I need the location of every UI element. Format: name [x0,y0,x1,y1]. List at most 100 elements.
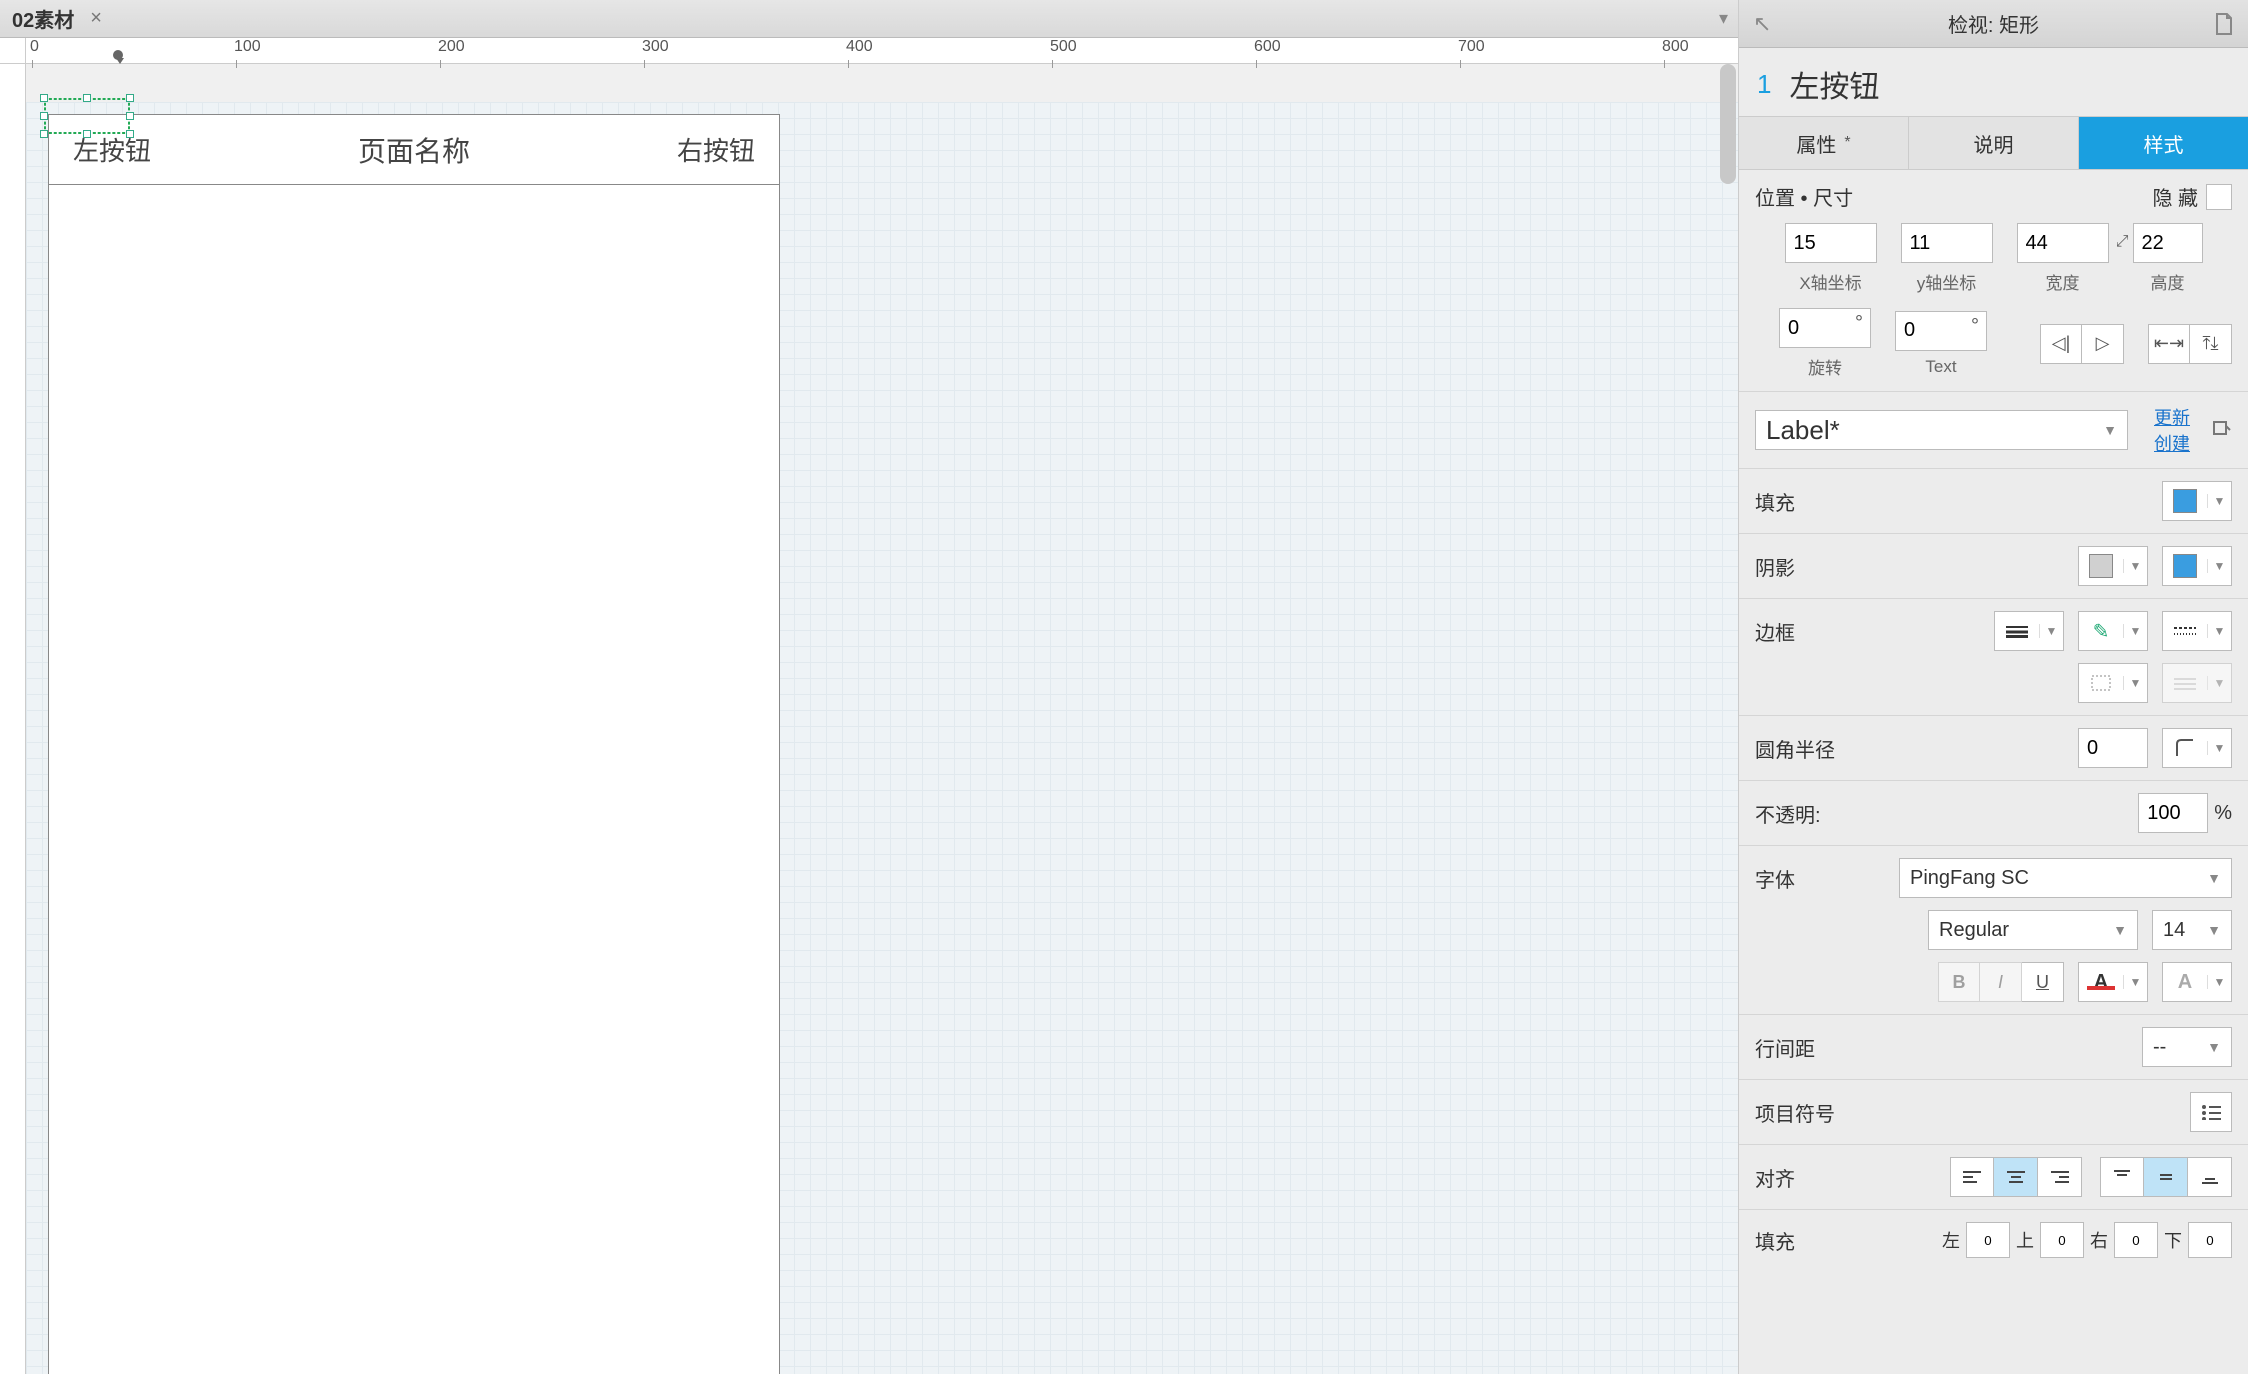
align-left-button[interactable] [1950,1157,1994,1197]
tab-style[interactable]: 样式 [2079,117,2248,169]
font-label: 字体 [1755,864,1845,893]
tab-properties[interactable]: 属性* [1739,117,1909,169]
inspector-panel: ↖ 检视: 矩形 1 左按钮 属性* 说明 样式 位置 • 尺寸 隐 藏 [1738,0,2248,1374]
inner-shadow-picker[interactable]: ▼ [2162,546,2232,586]
text-rotation-label: Text [1895,357,1987,377]
artboard[interactable]: 左按钮 页面名称 右按钮 [48,114,780,1374]
width-input[interactable] [2017,223,2109,263]
hide-label: 隐 藏 [2152,182,2198,211]
flip-vertical-icon[interactable]: ▷ [2082,324,2124,364]
section-shadow: 阴影 ▼ ▼ [1739,534,2248,599]
radius-label: 圆角半径 [1755,734,1845,763]
lock-aspect-icon[interactable]: ⤢ [2116,233,2129,251]
close-tab-icon[interactable]: × [82,7,110,30]
fill-color-picker[interactable]: ▼ [2162,481,2232,521]
tab-menu-icon[interactable]: ▾ [1719,8,1728,29]
pad-right-label: 右 [2090,1227,2108,1253]
vertical-ruler[interactable] [0,64,26,1374]
rotation-input[interactable] [1779,308,1871,348]
left-button-widget[interactable]: 左按钮 [73,131,151,168]
flip-horizontal-icon[interactable]: ◁| [2040,324,2082,364]
canvas-viewport[interactable]: 左按钮 页面名称 右按钮 [26,102,1738,1374]
position-size-label: 位置 • 尺寸 [1755,182,1853,211]
border-pattern-picker[interactable]: ▼ [2162,663,2232,703]
ruler-mark: 800 [1662,38,1689,56]
bold-button[interactable]: B [1938,962,1980,1002]
opacity-input[interactable] [2138,793,2208,833]
edit-style-icon[interactable] [2212,420,2232,440]
align-middle-button[interactable] [2144,1157,2188,1197]
ruler-playhead-icon[interactable] [108,50,128,64]
shadow-label: 阴影 [1755,552,1845,581]
page-header: 左按钮 页面名称 右按钮 [49,115,779,185]
style-update-link[interactable]: 更新 [2154,404,2190,430]
align-top-button[interactable] [2100,1157,2144,1197]
font-size-dropdown[interactable]: 14▼ [2152,910,2232,950]
padding-label: 填充 [1755,1226,1845,1255]
text-extra-picker[interactable]: A▼ [2162,962,2232,1002]
align-bottom-button[interactable] [2188,1157,2232,1197]
back-icon[interactable]: ↖ [1753,11,1771,37]
ruler-mark: 600 [1254,38,1281,56]
fit-width-icon[interactable]: ⇤⇥ [2148,324,2190,364]
underline-button[interactable]: U [2022,962,2064,1002]
font-weight-dropdown[interactable]: Regular▼ [1928,910,2138,950]
ruler-corner [0,38,26,64]
document-tab[interactable]: 02素材 [12,4,82,33]
font-family-dropdown[interactable]: PingFang SC▼ [1899,858,2232,898]
text-rotation-input[interactable] [1895,311,1987,351]
x-input[interactable] [1785,223,1877,263]
ruler-mark: 100 [234,38,261,56]
radius-input[interactable] [2078,728,2148,768]
hide-checkbox[interactable] [2206,184,2232,210]
italic-button[interactable]: I [1980,962,2022,1002]
ruler-mark: 400 [846,38,873,56]
tab-bar: 02素材 × ▾ [0,0,1738,38]
tab-notes[interactable]: 说明 [1909,117,2079,169]
section-fill: 填充 ▼ [1739,469,2248,534]
opacity-label: 不透明: [1755,799,1845,828]
pad-top-input[interactable] [2040,1222,2084,1258]
border-style-picker[interactable]: ▼ [2162,611,2232,651]
bullets-button[interactable] [2190,1092,2232,1132]
vertical-align-group [2100,1157,2232,1197]
outer-shadow-picker[interactable]: ▼ [2078,546,2148,586]
pad-bottom-input[interactable] [2188,1222,2232,1258]
section-radius: 圆角半径 ▼ [1739,716,2248,781]
pad-right-input[interactable] [2114,1222,2158,1258]
border-visibility-picker[interactable]: ▼ [2078,663,2148,703]
inspector-title: 检视: 矩形 [1948,9,2039,38]
line-height-dropdown[interactable]: --▼ [2142,1027,2232,1067]
width-label: 宽度 [2017,269,2109,294]
inspector-tabs: 属性* 说明 样式 [1739,116,2248,170]
y-label: y轴坐标 [1901,269,1993,294]
ruler-mark: 200 [438,38,465,56]
text-color-picker[interactable]: A▼ [2078,962,2148,1002]
align-center-button[interactable] [1994,1157,2038,1197]
height-input[interactable] [2133,223,2203,263]
y-input[interactable] [1901,223,1993,263]
ruler-mark: 700 [1458,38,1485,56]
line-height-label: 行间距 [1755,1033,1845,1062]
pad-left-label: 左 [1942,1227,1960,1253]
style-create-link[interactable]: 创建 [2154,430,2190,456]
page-title-widget[interactable]: 页面名称 [49,130,779,170]
canvas-scrollbar[interactable] [1720,64,1736,184]
align-label: 对齐 [1755,1163,1845,1192]
style-dropdown[interactable]: Label*▼ [1755,410,2128,450]
ruler-mark: 0 [30,38,39,56]
section-position-size: 位置 • 尺寸 隐 藏 X轴坐标 y轴坐标 宽度 ⤢ [1739,170,2248,392]
right-button-widget[interactable]: 右按钮 [677,131,755,168]
notes-icon[interactable] [2214,13,2234,35]
bullets-label: 项目符号 [1755,1098,1845,1127]
element-name[interactable]: 左按钮 [1789,62,1879,106]
element-index: 1 [1757,69,1771,100]
horizontal-ruler[interactable]: 0 100 200 300 400 500 600 700 800 [26,38,1738,64]
fit-height-icon[interactable]: ⤒⤓ [2190,324,2232,364]
ruler-mark: 500 [1050,38,1077,56]
pad-left-input[interactable] [1966,1222,2010,1258]
align-right-button[interactable] [2038,1157,2082,1197]
border-width-picker[interactable]: ▼ [1994,611,2064,651]
radius-corner-picker[interactable]: ▼ [2162,728,2232,768]
border-color-picker[interactable]: ✎▼ [2078,611,2148,651]
